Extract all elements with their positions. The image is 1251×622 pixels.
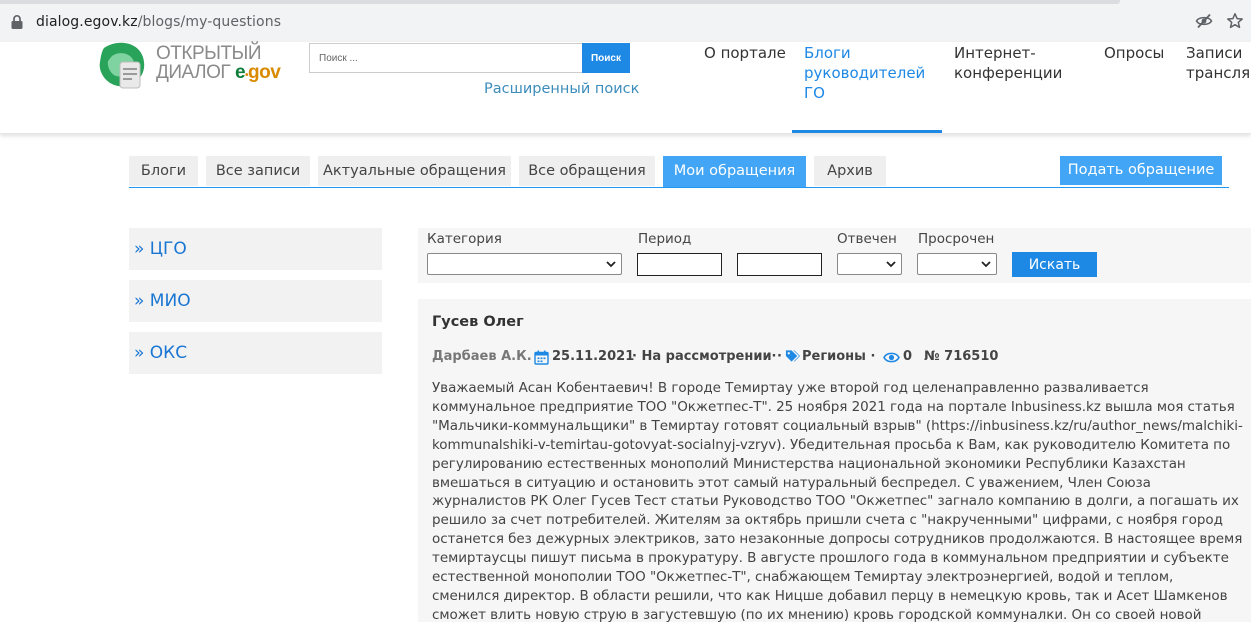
url-domain: dialog.egov.kz xyxy=(36,14,138,30)
lock-icon[interactable] xyxy=(10,14,24,30)
nav-blogs-line-2: руководителей xyxy=(804,64,926,82)
tab-blogs[interactable]: Блоги xyxy=(129,156,198,186)
answered-select[interactable] xyxy=(837,253,902,275)
tags-icon xyxy=(785,350,800,362)
nav-conf-line-1: Интернет- xyxy=(954,44,1036,62)
tab-all-requests[interactable]: Все обращения xyxy=(519,156,655,186)
chevron-down-icon xyxy=(981,261,991,268)
tab-my-requests[interactable]: Мои обращения xyxy=(663,156,806,187)
period-end-input[interactable] xyxy=(737,253,822,276)
logo-egov: e•gov xyxy=(234,62,281,83)
question-views: 0 xyxy=(903,349,913,364)
search-input[interactable] xyxy=(309,43,583,73)
logo-line-2: ДИАЛОГ xyxy=(156,62,231,83)
logo-wordmark: ОТКРЫТЫЙ ДИАЛОГ e•gov xyxy=(156,43,281,85)
period-start-input[interactable] xyxy=(637,253,722,276)
category-label: Категория xyxy=(427,231,502,247)
question-number: № 716510 xyxy=(924,349,999,364)
nav-conf-line-2: конференции xyxy=(954,64,1063,82)
logo-emblem-icon xyxy=(99,42,145,89)
sidebar-item-oks[interactable]: » ОКС xyxy=(129,332,382,374)
category-separator: · xyxy=(777,349,782,364)
submit-request-button[interactable]: Подать обращение xyxy=(1060,156,1222,185)
tab-all-posts[interactable]: Все записи xyxy=(206,156,310,186)
eye-icon xyxy=(883,352,900,363)
url-text: dialog.egov.kz/blogs/my-questions xyxy=(36,14,281,30)
question-date: 25.11.2021 xyxy=(552,349,635,364)
chevron-down-icon xyxy=(886,261,896,268)
question-author: Дарбаев А.К. xyxy=(432,349,532,364)
nav-internet-conferences[interactable]: Интернет- конференции xyxy=(954,43,1062,83)
nav-blogs[interactable]: Блоги руководителей ГО xyxy=(804,43,925,103)
browser-address-bar: dialog.egov.kz/blogs/my-questions xyxy=(0,0,1251,42)
sidebar-item-mio[interactable]: » МИО xyxy=(129,280,382,322)
nav-blogs-line-3: ГО xyxy=(804,84,825,102)
url-path: /blogs/my-questions xyxy=(137,14,282,30)
chevron-down-icon xyxy=(606,261,616,268)
calendar-icon xyxy=(534,350,549,365)
question-body: Уважаемый Асан Кобентаевич! В городе Тем… xyxy=(432,380,1243,622)
advanced-search-link[interactable]: Расширенный поиск xyxy=(484,81,639,97)
browser-tabstrip-edge xyxy=(0,0,1120,4)
tab-archive[interactable]: Архив xyxy=(814,156,886,186)
answered-label: Отвечен xyxy=(837,231,897,247)
category-select[interactable] xyxy=(427,253,622,275)
logo-egov-e: e xyxy=(234,62,246,83)
search-button[interactable]: Поиск xyxy=(582,43,630,73)
period-label: Период xyxy=(638,231,692,247)
nav-blogs-line-1: Блоги xyxy=(804,44,851,62)
eye-off-icon[interactable] xyxy=(1195,12,1213,30)
nav-polls[interactable]: Опросы xyxy=(1104,43,1164,63)
nav-broadcasts-line-1: Записи xyxy=(1186,44,1243,62)
nav-broadcasts-line-2: трансляц xyxy=(1186,64,1251,82)
nav-broadcasts[interactable]: Записи трансляц xyxy=(1186,43,1251,83)
question-status: · На рассмотрении· xyxy=(632,349,777,364)
site-header: ОТКРЫТЫЙ ДИАЛОГ e•gov Поиск Расширенный … xyxy=(0,42,1251,134)
nav-about-portal[interactable]: О портале xyxy=(704,43,786,63)
question-category[interactable]: Регионы · xyxy=(802,349,875,364)
site-logo[interactable]: ОТКРЫТЫЙ ДИАЛОГ e•gov xyxy=(98,42,288,94)
url-field[interactable]: dialog.egov.kz/blogs/my-questions xyxy=(4,8,1184,36)
find-button[interactable]: Искать xyxy=(1012,252,1097,277)
question-title[interactable]: Гусев Олег xyxy=(432,314,524,330)
star-icon[interactable] xyxy=(1226,12,1244,30)
logo-egov-gov: gov xyxy=(248,62,281,83)
sidebar-item-cgo[interactable]: » ЦГО xyxy=(129,228,382,270)
tab-actual-requests[interactable]: Актуальные обращения xyxy=(318,156,511,186)
nav-active-indicator xyxy=(792,130,942,133)
overdue-label: Просрочен xyxy=(918,231,995,247)
overdue-select[interactable] xyxy=(917,253,997,275)
logo-line-1: ОТКРЫТЫЙ xyxy=(156,43,262,64)
